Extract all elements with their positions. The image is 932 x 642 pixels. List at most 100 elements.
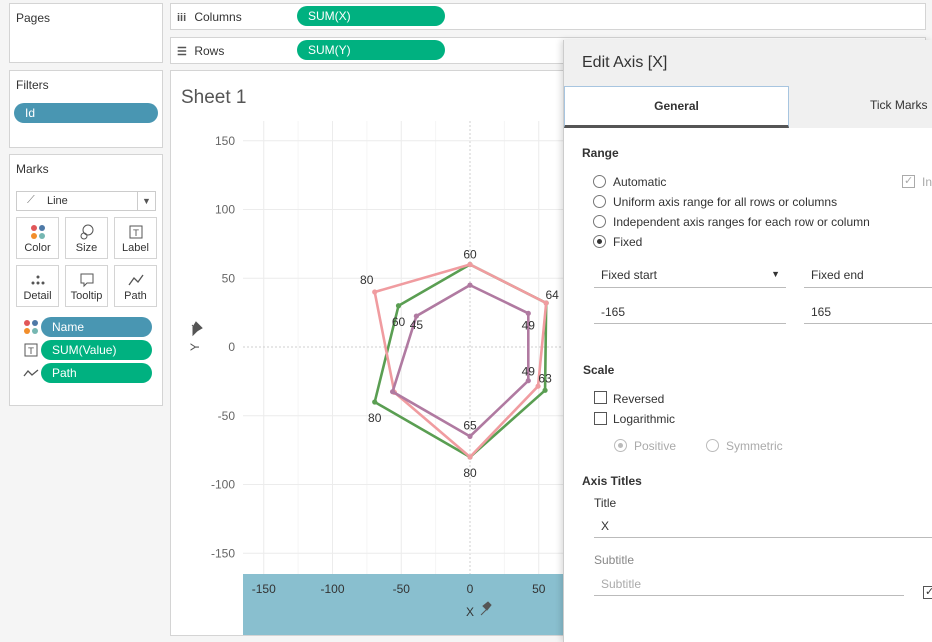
series-point [542,387,548,393]
rows-icon: ☰ [177,46,187,58]
range-independent-radio[interactable] [593,215,606,228]
axis-title-value: X [601,519,610,533]
marks-field-path[interactable]: Path [41,363,152,383]
pages-title: Pages [16,11,51,25]
path-line-icon [23,365,39,384]
range-independent-label[interactable]: Independent axis ranges for each row or … [613,215,870,229]
marks-field-sum-value[interactable]: SUM(Value) [41,340,152,360]
symmetric-label[interactable]: Symmetric [726,439,783,453]
columns-shelf[interactable]: iii Columns SUM(X) [170,3,926,30]
columns-pill-sum-x[interactable]: SUM(X) [297,6,445,26]
series-point [372,289,378,295]
color-button[interactable]: Color [16,217,59,259]
range-automatic-radio[interactable] [593,175,606,188]
color-dots-icon [23,319,39,338]
y-tick-label: 50 [222,271,236,285]
x-tick-label: 50 [532,582,546,596]
reversed-checkbox[interactable] [594,391,607,404]
x-tick-label: -100 [320,582,344,596]
tab-bar: General Tick Marks [564,86,932,128]
marks-field-name[interactable]: Name [41,317,152,337]
series-line [373,263,548,459]
range-heading: Range [582,146,619,160]
label-button-label: Label [122,242,149,254]
path-line-icon [115,272,156,288]
edit-axis-dialog: Edit Axis [X] General Tick Marks Range A… [563,40,932,642]
subtitle-field-label: Subtitle [594,553,635,567]
x-tick-label: 0 [467,582,474,596]
detail-dots-icon [17,272,58,288]
y-tick-label: 150 [215,134,235,148]
tab-general[interactable]: General [564,86,789,128]
series-point [372,399,378,405]
label-button[interactable]: T Label [114,217,157,259]
logarithmic-checkbox[interactable] [594,412,607,425]
pin-icon [191,321,203,337]
fixed-start-dropdown-label: Fixed start [601,268,658,282]
fixed-end-dropdown-label: Fixed end [811,268,864,282]
x-tick-label: -50 [393,582,411,596]
fixed-start-dropdown[interactable]: Fixed start ▼ [594,260,786,288]
logarithmic-label[interactable]: Logarithmic [613,412,675,426]
tooltip-icon [66,272,107,288]
series-point [525,378,531,384]
chevron-down-icon: ▼ [137,192,155,210]
fixed-end-input[interactable]: 165 [804,298,932,324]
data-label: 63 [538,371,552,385]
size-button[interactable]: Size [65,217,108,259]
label-t-icon: T [115,224,156,240]
path-button-label: Path [124,290,147,302]
rows-pill-sum-y[interactable]: SUM(Y) [297,40,445,60]
dialog-header: Edit Axis [X] [564,40,932,86]
data-label: 60 [392,315,406,329]
columns-shelf-label: iii Columns [177,10,242,24]
axis-title-input[interactable]: X [594,512,932,538]
series-point [467,454,473,460]
series-point [395,303,402,309]
detail-button[interactable]: Detail [16,265,59,307]
rows-shelf-label: ☰ Rows [177,44,224,58]
line-mark-icon: ⟋ [27,194,35,206]
subtitle-auto-checkbox[interactable]: ✓ [923,586,932,599]
axis-subtitle-input[interactable]: Subtitle [594,570,904,596]
data-label: 49 [522,365,536,379]
chart-svg[interactable]: 150 100 50 0 -50 -100 -150 Y 60 64 63 80 80 60 80 49 49 6… [171,71,570,636]
series-point [525,310,531,316]
include-zero-checkbox[interactable]: ✓ [902,175,915,188]
data-label: 80 [368,411,382,425]
size-icon [66,224,107,240]
svg-text:T: T [27,347,34,357]
positive-radio[interactable] [614,439,627,452]
mark-type-dropdown[interactable]: ⟋ Line ▼ [16,191,156,211]
y-tick-label: -100 [211,478,235,492]
y-tick-label: 0 [228,340,235,354]
scale-heading: Scale [583,363,615,377]
filters-title: Filters [16,78,49,92]
data-label: 45 [410,318,424,332]
fixed-start-input[interactable]: -165 [594,298,786,324]
include-zero-label[interactable]: In [922,175,932,189]
tooltip-button[interactable]: Tooltip [65,265,108,307]
range-automatic-label[interactable]: Automatic [613,175,666,189]
sheet-view[interactable]: Sheet 1 150 100 50 0 -50 -100 -150 Y 60 64 63 80 80 6… [170,70,570,636]
range-uniform-label[interactable]: Uniform axis range for all rows or colum… [613,195,837,209]
marks-card: Marks ⟋ Line ▼ Color Size T Label Detail… [9,154,163,406]
data-label: 80 [360,273,374,287]
pages-shelf[interactable]: Pages [9,3,163,63]
range-fixed-label[interactable]: Fixed [613,235,642,249]
symmetric-radio[interactable] [706,439,719,452]
range-uniform-radio[interactable] [593,195,606,208]
filters-shelf[interactable]: Filters Id [9,70,163,148]
path-button[interactable]: Path [114,265,157,307]
tab-tick-marks[interactable]: Tick Marks [870,98,928,112]
positive-label[interactable]: Positive [634,439,676,453]
reversed-label[interactable]: Reversed [613,392,664,406]
range-fixed-radio[interactable] [593,235,606,248]
data-label: 49 [522,318,536,332]
x-tick-label: -150 [252,582,276,596]
x-axis-title: X [466,605,474,619]
fixed-end-dropdown[interactable]: Fixed end [804,260,932,288]
filter-pill-id[interactable]: Id [14,103,158,123]
data-label: 64 [545,288,559,302]
marks-title: Marks [16,162,49,176]
